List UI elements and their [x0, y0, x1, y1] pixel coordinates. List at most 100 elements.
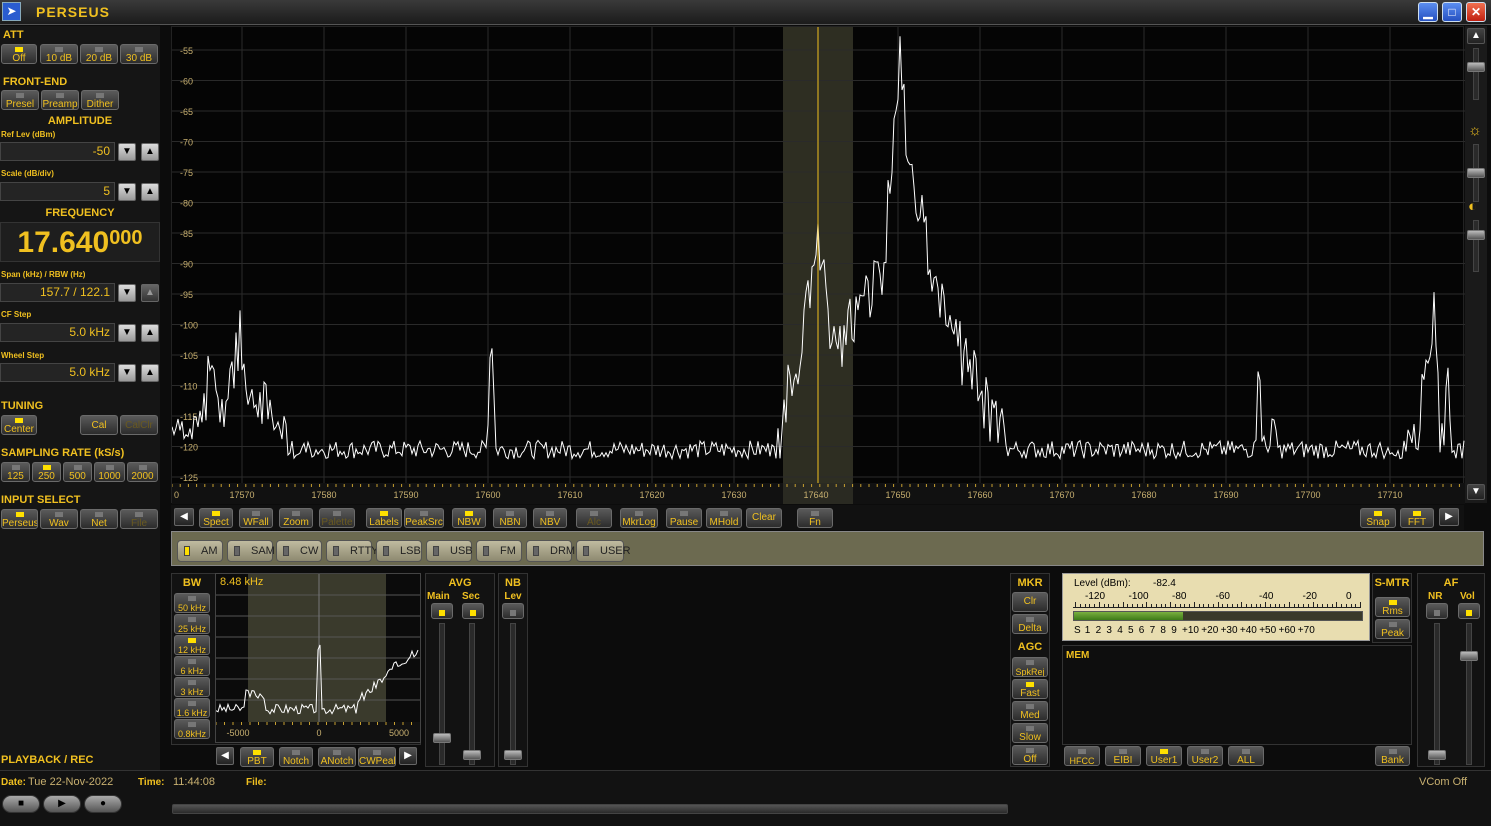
agc-spkrej-button[interactable]: SpkRej — [1012, 657, 1048, 677]
nbv-button[interactable]: NBV — [533, 508, 567, 528]
mem-user1-button[interactable]: User1 — [1146, 746, 1182, 766]
agc-fast-button[interactable]: Fast — [1012, 679, 1048, 699]
smtr-rms-button[interactable]: Rms — [1375, 597, 1410, 617]
ref-slider-thumb[interactable] — [1467, 62, 1485, 72]
nbw-button[interactable]: NBW — [452, 508, 486, 528]
input-perseus-button[interactable]: Perseus — [1, 509, 38, 529]
zoom-button[interactable]: Zoom — [279, 508, 313, 528]
wfall-button[interactable]: WFall — [239, 508, 273, 528]
mem-hfcc-button[interactable]: HFCC — [1064, 746, 1100, 766]
center-button[interactable]: Center — [1, 415, 37, 435]
mode-user-button[interactable]: USER — [576, 540, 631, 562]
bw-0p8khz-button[interactable]: 0.8kHz — [174, 719, 210, 739]
spectrum-right-button[interactable]: ▶ — [1439, 508, 1459, 526]
bw-left-button[interactable]: ◀ — [216, 747, 234, 765]
mode-fm-button[interactable]: FM — [476, 540, 522, 562]
mkr-delta-button[interactable]: Delta — [1012, 614, 1048, 634]
att-30db-button[interactable]: 30 dB — [120, 44, 158, 64]
mem-eibi-button[interactable]: EIBI — [1105, 746, 1141, 766]
bw-3khz-button[interactable]: 3 kHz — [174, 677, 210, 697]
mode-sam-button[interactable]: SAM — [227, 540, 275, 562]
spectrum-plot[interactable]: -55 -60 -65 -70 -75 -80 -85 -90 -95 -100 -105 -110 -… — [171, 27, 1465, 504]
span-up-button[interactable]: ▲ — [141, 284, 159, 302]
alc-button[interactable]: Alc — [576, 508, 612, 528]
cf-step-up-button[interactable]: ▲ — [141, 324, 159, 342]
close-button[interactable]: ✕ — [1466, 2, 1486, 22]
scale-up-button[interactable]: ▲ — [141, 183, 159, 201]
rate-500-button[interactable]: 500 — [63, 462, 92, 482]
record-button[interactable]: ● — [84, 795, 122, 813]
contrast-slider-thumb[interactable] — [1467, 230, 1485, 240]
mkrlog-button[interactable]: MkrLog — [620, 508, 658, 528]
att-off-button[interactable]: Off — [1, 44, 37, 64]
scale-field[interactable]: 5 — [0, 182, 115, 201]
preamp-button[interactable]: Preamp — [41, 90, 79, 110]
calclr-button[interactable]: CalClr — [120, 415, 158, 435]
att-20db-button[interactable]: 20 dB — [80, 44, 118, 64]
ref-level-down-button[interactable]: ▼ — [118, 143, 136, 161]
bw-12khz-button[interactable]: 12 kHz — [174, 635, 210, 655]
contrast-slider-track[interactable] — [1473, 220, 1479, 272]
mode-drm-button[interactable]: DRM — [526, 540, 575, 562]
bw-filter-graph[interactable]: -5000 0 5000 — [215, 573, 421, 743]
ref-level-field[interactable]: -50 — [0, 142, 115, 161]
mkr-clr-button[interactable]: Clr — [1012, 592, 1048, 612]
bw-6khz-button[interactable]: 6 kHz — [174, 656, 210, 676]
ref-slider-track[interactable] — [1473, 48, 1479, 100]
agc-off-button[interactable]: Off — [1012, 745, 1048, 765]
dither-button[interactable]: Dither — [81, 90, 119, 110]
af-nr-toggle[interactable] — [1426, 603, 1448, 619]
bw-25khz-button[interactable]: 25 kHz — [174, 614, 210, 634]
avg-main-slider-thumb[interactable] — [433, 733, 451, 743]
bw-50khz-button[interactable]: 50 kHz — [174, 593, 210, 613]
agc-med-button[interactable]: Med — [1012, 701, 1048, 721]
peaksrc-button[interactable]: PeakSrc — [404, 508, 444, 528]
minimize-button[interactable]: ▁ — [1418, 2, 1438, 22]
af-vol-toggle[interactable] — [1458, 603, 1480, 619]
cal-button[interactable]: Cal — [80, 415, 118, 435]
notch-button[interactable]: Notch — [279, 747, 313, 767]
att-10db-button[interactable]: 10 dB — [40, 44, 78, 64]
mem-bank-button[interactable]: Bank — [1375, 746, 1410, 766]
anotch-button[interactable]: ANotch — [318, 747, 356, 767]
spectrum-left-button[interactable]: ◀ — [174, 508, 194, 526]
fn-button[interactable]: Fn — [797, 508, 833, 528]
nbn-button[interactable]: NBN — [493, 508, 527, 528]
span-down-button[interactable]: ▼ — [118, 284, 136, 302]
palette-button[interactable]: Palette — [319, 508, 355, 528]
span-field[interactable]: 157.7 / 122.1 — [0, 283, 115, 302]
fft-button[interactable]: FFT — [1400, 508, 1434, 528]
avg-main-slider-track[interactable] — [439, 623, 445, 765]
cf-step-field[interactable]: 5.0 kHz — [0, 323, 115, 342]
input-net-button[interactable]: Net — [80, 509, 118, 529]
mode-usb-button[interactable]: USB — [426, 540, 473, 562]
bw-1p6khz-button[interactable]: 1.6 kHz — [174, 698, 210, 718]
pbt-button[interactable]: PBT — [240, 747, 274, 767]
wheel-step-down-button[interactable]: ▼ — [118, 364, 136, 382]
input-wav-button[interactable]: Wav — [40, 509, 78, 529]
wheel-step-field[interactable]: 5.0 kHz — [0, 363, 115, 382]
af-vol-slider-track[interactable] — [1466, 623, 1472, 765]
mode-cw-button[interactable]: CW — [276, 540, 322, 562]
play-button[interactable]: ▶ — [43, 795, 81, 813]
rate-250-button[interactable]: 250 — [32, 462, 61, 482]
stop-button[interactable]: ■ — [2, 795, 40, 813]
mem-user2-button[interactable]: User2 — [1187, 746, 1223, 766]
nb-slider-thumb[interactable] — [504, 750, 522, 760]
frequency-display[interactable]: 17.640000 — [0, 222, 160, 262]
mode-lsb-button[interactable]: LSB — [376, 540, 422, 562]
avg-sec-toggle[interactable] — [462, 603, 484, 619]
rate-125-button[interactable]: 125 — [1, 462, 30, 482]
mode-am-button[interactable]: AM — [177, 540, 223, 562]
input-file-button[interactable]: File — [120, 509, 158, 529]
wheel-step-up-button[interactable]: ▲ — [141, 364, 159, 382]
agc-slow-button[interactable]: Slow — [1012, 723, 1048, 743]
cwpeak-button[interactable]: CWPeak — [358, 747, 396, 767]
avg-main-toggle[interactable] — [431, 603, 453, 619]
af-nr-slider-track[interactable] — [1434, 623, 1440, 765]
nb-slider-track[interactable] — [510, 623, 516, 765]
rate-1000-button[interactable]: 1000 — [94, 462, 125, 482]
scale-down-button[interactable]: ▼ — [118, 183, 136, 201]
app-icon[interactable]: ➤ — [2, 2, 21, 21]
spect-button[interactable]: Spect — [199, 508, 233, 528]
